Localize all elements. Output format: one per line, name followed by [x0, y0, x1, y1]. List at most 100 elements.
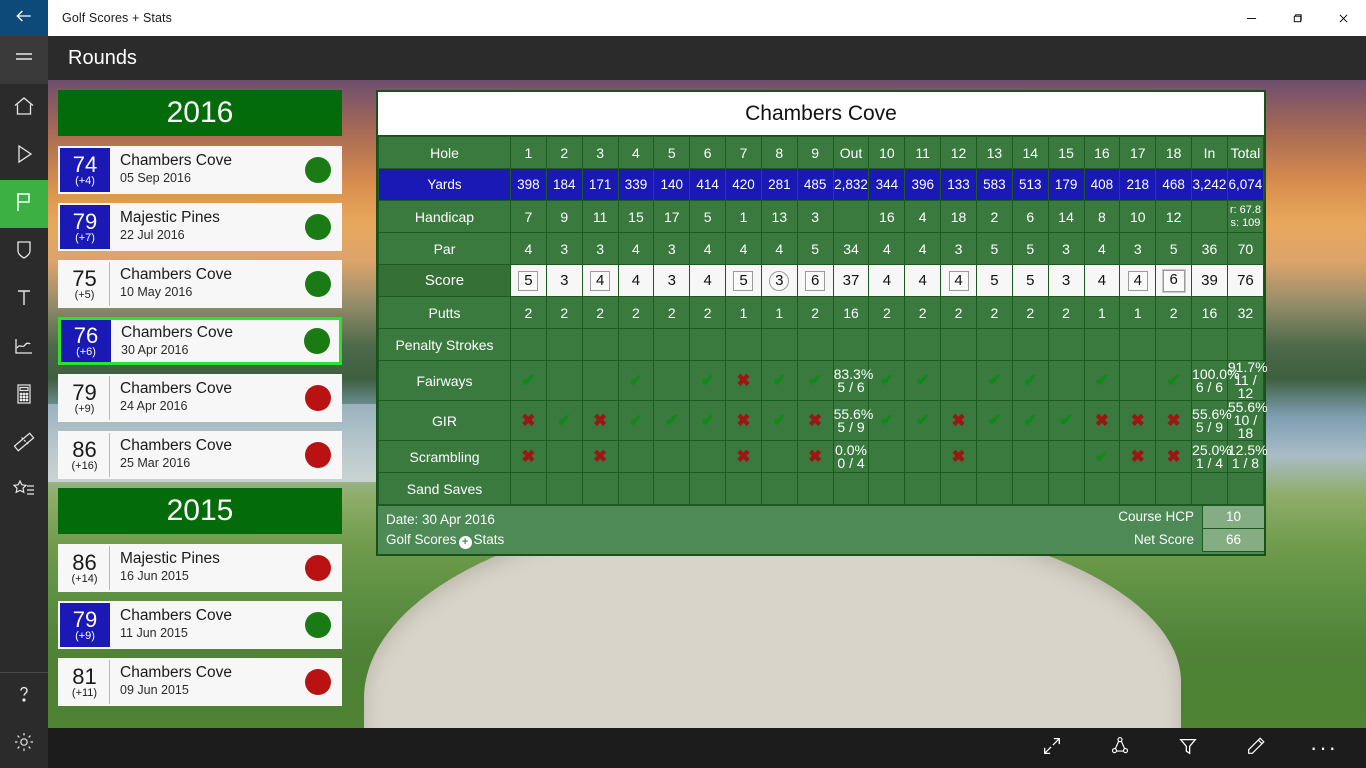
rounds-year-header: 2015: [58, 488, 342, 534]
fairway-cell: ✖: [725, 360, 762, 401]
round-status: [296, 660, 340, 704]
sand-save-cell: [1011, 472, 1049, 505]
putts-cell: 2: [940, 296, 977, 329]
share-button[interactable]: [1086, 728, 1154, 768]
hole-number-cell: 13: [975, 136, 1013, 169]
yards-cell: 513: [1011, 168, 1049, 201]
scorecard-row-par: Par 4 3 3 4 3 4 4 4 5 34 4 4 3 5 5 3 4 3 5 36 70: [378, 232, 1265, 265]
out-total-cell: 34: [832, 232, 870, 265]
scrambling-cell: ✖: [725, 440, 762, 473]
row-label-penalty: Penalty Strokes: [378, 328, 511, 361]
scrambling-cell: [545, 440, 583, 473]
par-cell: 5: [1155, 232, 1193, 265]
yards-cell: 344: [868, 168, 906, 201]
penalty-cell: [975, 328, 1013, 361]
sand-save-cell: [760, 472, 798, 505]
sidebar-item-settings[interactable]: [0, 720, 48, 768]
round-course-name: Chambers Cove: [120, 266, 232, 283]
fairway-cell: ✔: [796, 360, 834, 401]
row-label-fairways: Fairways: [378, 360, 511, 401]
yards-cell: 420: [725, 168, 762, 201]
brand-post-text: Stats: [473, 532, 505, 547]
sidebar-item-play[interactable]: [0, 132, 48, 180]
sidebar-item-help[interactable]: [0, 672, 48, 720]
yards-cell: 184: [545, 168, 583, 201]
hole-number-cell: 6: [689, 136, 727, 169]
plus-circle-icon: +: [458, 536, 472, 549]
sand-save-cell: [545, 472, 583, 505]
par-cell: 5: [796, 232, 834, 265]
sidebar-item-trends[interactable]: [0, 324, 48, 372]
score-cell: 3: [1047, 264, 1085, 297]
net-score-value: 66: [1202, 529, 1264, 552]
scrambling-cell: [904, 440, 942, 473]
sidebar-item-favorites[interactable]: [0, 468, 48, 516]
putts-cell: 2: [868, 296, 906, 329]
in-total-cell: [1191, 328, 1228, 361]
ruler-icon: [12, 430, 36, 459]
sidebar-item-courses[interactable]: [0, 228, 48, 276]
gir-cell: ✖: [581, 400, 619, 441]
scrambling-cell: ✖: [796, 440, 834, 473]
sidebar-item-calculator[interactable]: [0, 372, 48, 420]
penalty-cell: [689, 328, 727, 361]
sidebar-item-notes[interactable]: [0, 276, 48, 324]
more-button[interactable]: ···: [1290, 728, 1358, 768]
round-list-item[interactable]: 74 (+4) Chambers Cove 05 Sep 2016: [58, 146, 342, 194]
handicap-cell: 13: [760, 200, 798, 233]
par-cell: 4: [617, 232, 655, 265]
par-cell: 3: [1047, 232, 1085, 265]
maximize-button[interactable]: [1274, 0, 1320, 36]
cross-icon: ✖: [951, 446, 966, 466]
minimize-button[interactable]: [1228, 0, 1274, 36]
par-cell: 3: [940, 232, 977, 265]
sand-save-cell: [975, 472, 1013, 505]
gir-cell: ✖: [1083, 400, 1121, 441]
round-list-item[interactable]: 76 (+6) Chambers Cove 30 Apr 2016: [58, 317, 342, 365]
sidebar-item-rounds[interactable]: [0, 180, 48, 228]
play-icon: [12, 142, 36, 171]
round-list-item[interactable]: 86 (+14) Majestic Pines 16 Jun 2015: [58, 544, 342, 592]
score-cell: 4: [617, 264, 655, 297]
score-cell: 4: [1119, 264, 1157, 297]
rounds-list[interactable]: 2016 74 (+4) Chambers Cove 05 Sep 2016 79 (+7)…: [58, 90, 342, 716]
net-score-label: Net Score: [1133, 532, 1194, 547]
scorecard-row-handicap: Handicap 7 9 11 15 17 5 1 13 3 16 4 18 2 6 14 8 10 12 r: 67…: [378, 200, 1265, 233]
round-score-badge: 81 (+11): [60, 660, 110, 704]
penalty-cell: [545, 328, 583, 361]
fairway-cell: ✔: [1011, 360, 1049, 401]
round-list-item[interactable]: 81 (+11) Chambers Cove 09 Jun 2015: [58, 658, 342, 706]
filter-button[interactable]: [1154, 728, 1222, 768]
hamburger-menu-button[interactable]: [0, 36, 48, 84]
penalty-cell: [1047, 328, 1085, 361]
yards-cell: 414: [689, 168, 727, 201]
status-dot-green-icon: [304, 328, 330, 354]
in-total-cell: 3,242: [1191, 168, 1228, 201]
expand-button[interactable]: [1018, 728, 1086, 768]
round-list-item[interactable]: 79 (+7) Majestic Pines 22 Jul 2016: [58, 203, 342, 251]
round-score: 74: [72, 151, 98, 177]
bogey-marker: 5: [518, 270, 539, 291]
edit-button[interactable]: [1222, 728, 1290, 768]
round-date: 30 Apr 2016: [121, 343, 189, 357]
round-date: 09 Jun 2015: [120, 683, 189, 697]
check-icon: ✔: [1023, 410, 1038, 430]
score-cell: 4: [581, 264, 619, 297]
total-pct-cell: 12.5% 1 / 8: [1226, 440, 1268, 473]
round-list-item[interactable]: 86 (+16) Chambers Cove 25 Mar 2016: [58, 431, 342, 479]
score-cell: 3: [545, 264, 583, 297]
close-button[interactable]: [1320, 0, 1366, 36]
back-button[interactable]: [0, 0, 48, 36]
round-list-item[interactable]: 75 (+5) Chambers Cove 10 May 2016: [58, 260, 342, 308]
check-icon: ✔: [1166, 370, 1181, 390]
round-list-item[interactable]: 79 (+9) Chambers Cove 24 Apr 2016: [58, 374, 342, 422]
round-list-item[interactable]: 79 (+9) Chambers Cove 11 Jun 2015: [58, 601, 342, 649]
round-course-name: Majestic Pines: [120, 209, 220, 226]
sidebar-item-home[interactable]: [0, 84, 48, 132]
sidebar-item-measure[interactable]: [0, 420, 48, 468]
scrambling-cell: [975, 440, 1013, 473]
hole-number-cell: 2: [545, 136, 583, 169]
penalty-cell: [1155, 328, 1193, 361]
hole-number-cell: 3: [581, 136, 619, 169]
putts-cell: 1: [760, 296, 798, 329]
